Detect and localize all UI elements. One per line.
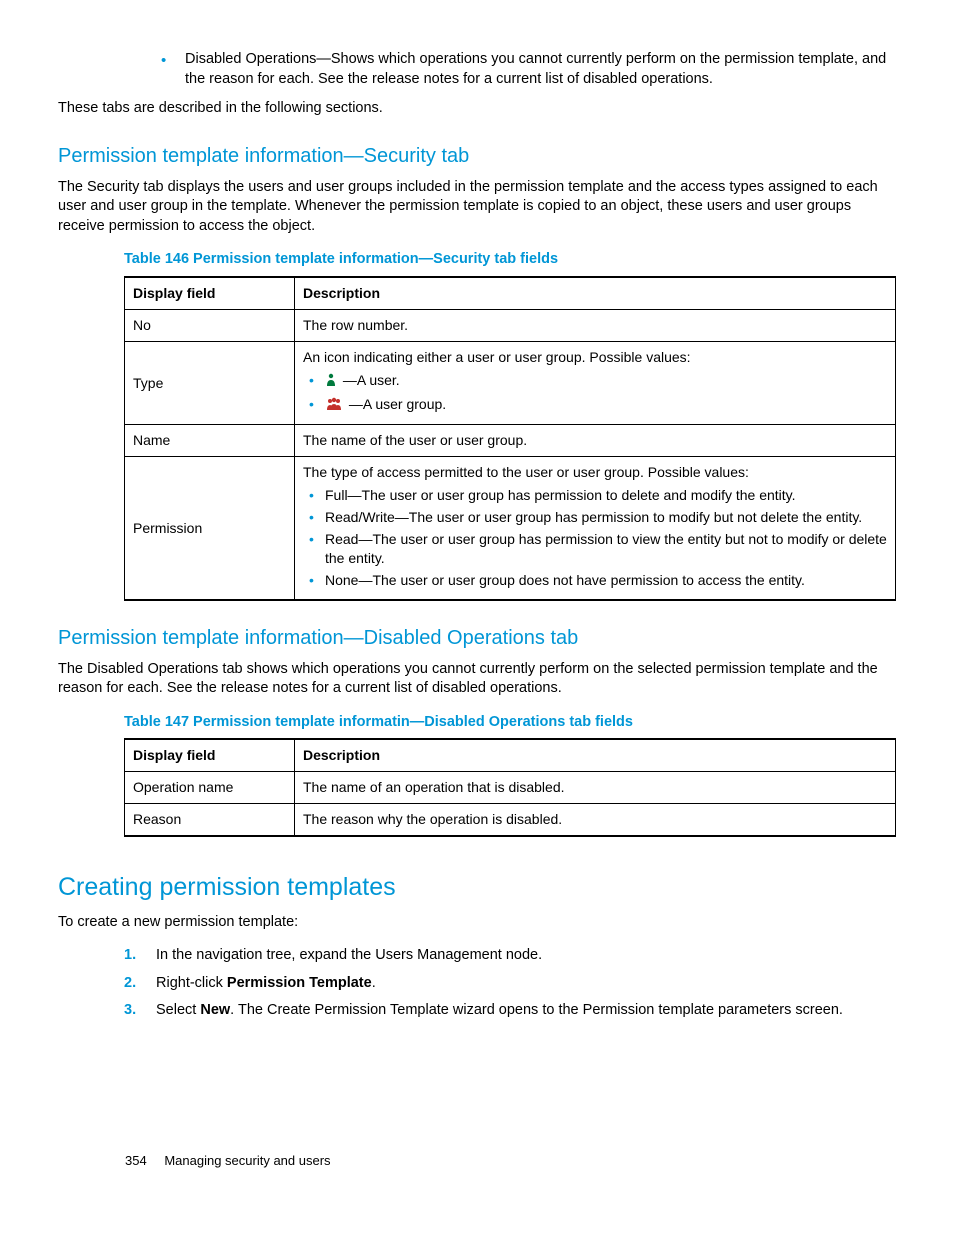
cell-field: Permission: [125, 457, 295, 600]
intro-bullet-list: Disabled Operations—Shows which operatio…: [58, 50, 896, 89]
steps-list: 1. In the navigation tree, expand the Us…: [124, 946, 896, 1021]
type-intro: An icon indicating either a user or user…: [303, 349, 691, 365]
perm-intro: The type of access permitted to the user…: [303, 464, 749, 480]
step-num: 2.: [124, 974, 136, 994]
footer-title: Managing security and users: [164, 1153, 330, 1168]
intro-bullet-item: Disabled Operations—Shows which operatio…: [153, 50, 896, 89]
table-header-field: Display field: [125, 277, 295, 309]
step-num: 3.: [124, 1001, 136, 1021]
intro-following-text: These tabs are described in the followin…: [58, 99, 896, 119]
perm-read: Read—The user or user group has permissi…: [305, 530, 887, 568]
step-1: 1. In the navigation tree, expand the Us…: [124, 946, 896, 966]
step-bold: New: [200, 1002, 230, 1018]
type-value-user-text: —A user.: [343, 372, 400, 388]
step-text: In the navigation tree, expand the Users…: [156, 947, 542, 963]
cell-field: Operation name: [125, 772, 295, 804]
step-num: 1.: [124, 946, 136, 966]
perm-none: None—The user or user group does not hav…: [305, 571, 887, 590]
type-values-list: —A user. —A user gr: [303, 371, 887, 416]
cell-desc: The type of access permitted to the user…: [295, 457, 896, 600]
type-value-group-text: —A user group.: [349, 396, 446, 412]
table-header-field: Display field: [125, 739, 295, 771]
security-tab-para: The Security tab displays the users and …: [58, 178, 896, 237]
table-row: Operation name The name of an operation …: [125, 772, 896, 804]
heading-security-tab: Permission template information—Security…: [58, 143, 896, 170]
cell-field: Reason: [125, 804, 295, 836]
cell-desc: The reason why the operation is disabled…: [295, 804, 896, 836]
table-row: Type An icon indicating either a user or…: [125, 341, 896, 425]
user-icon: [325, 373, 337, 392]
table-header-desc: Description: [295, 739, 896, 771]
table-row: Permission The type of access permitted …: [125, 457, 896, 600]
table-row: No The row number.: [125, 309, 896, 341]
table-147: Display field Description Operation name…: [124, 738, 896, 837]
user-group-icon: [325, 397, 343, 416]
cell-desc: The name of the user or user group.: [295, 425, 896, 457]
cell-field: Type: [125, 341, 295, 425]
perm-full: Full—The user or user group has permissi…: [305, 486, 887, 505]
table-row: Name The name of the user or user group.: [125, 425, 896, 457]
cell-desc: An icon indicating either a user or user…: [295, 341, 896, 425]
creating-intro: To create a new permission template:: [58, 913, 896, 933]
heading-creating-templates: Creating permission templates: [58, 871, 896, 905]
type-value-group: —A user group.: [305, 395, 887, 416]
table-header-row: Display field Description: [125, 277, 896, 309]
step-2: 2. Right-click Permission Template.: [124, 974, 896, 994]
cell-field: No: [125, 309, 295, 341]
step-bold: Permission Template: [227, 975, 372, 991]
disabled-ops-para: The Disabled Operations tab shows which …: [58, 660, 896, 699]
cell-field: Name: [125, 425, 295, 457]
table-146-caption: Table 146 Permission template informatio…: [124, 250, 896, 270]
step-3: 3. Select New. The Create Permission Tem…: [124, 1001, 896, 1021]
step-post: . The Create Permission Template wizard …: [230, 1002, 843, 1018]
heading-disabled-ops-tab: Permission template information—Disabled…: [58, 625, 896, 652]
intro-bullet-text: Disabled Operations—Shows which operatio…: [185, 51, 886, 87]
table-147-caption: Table 147 Permission template informatin…: [124, 713, 896, 733]
table-146: Display field Description No The row num…: [124, 276, 896, 601]
step-post: .: [372, 975, 376, 991]
cell-desc: The row number.: [295, 309, 896, 341]
table-header-desc: Description: [295, 277, 896, 309]
page-footer: 354 Managing security and users: [125, 1152, 331, 1170]
step-pre: Select: [156, 1002, 200, 1018]
type-value-user: —A user.: [305, 371, 887, 392]
table-row: Reason The reason why the operation is d…: [125, 804, 896, 836]
step-pre: Right-click: [156, 975, 227, 991]
cell-desc: The name of an operation that is disable…: [295, 772, 896, 804]
perm-rw: Read/Write—The user or user group has pe…: [305, 508, 887, 527]
page-number: 354: [125, 1153, 147, 1168]
perm-values-list: Full—The user or user group has permissi…: [303, 486, 887, 589]
table-header-row: Display field Description: [125, 739, 896, 771]
